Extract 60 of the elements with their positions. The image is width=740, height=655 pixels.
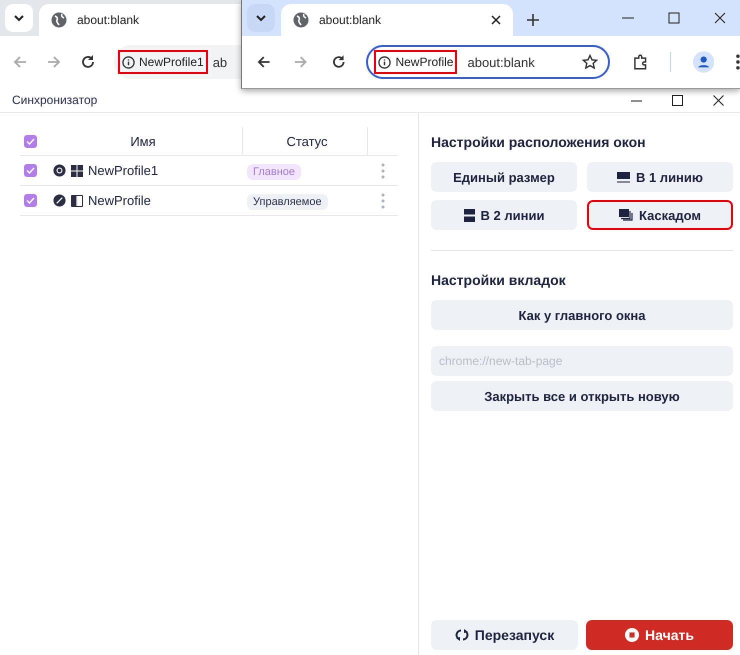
section-title: Настройки вкладок [431, 272, 567, 288]
layout-button[interactable]: В 1 линию [587, 162, 733, 192]
info-icon [378, 56, 392, 68]
layout-button[interactable]: Каскадом [587, 200, 733, 230]
globe-icon [51, 12, 67, 28]
column-header[interactable]: Статус [243, 127, 368, 155]
stop-icon [625, 628, 640, 642]
url-text: ab [212, 54, 228, 70]
new-tab-icon[interactable] [527, 14, 539, 26]
browser-tab[interactable]: about:blank [39, 4, 241, 36]
profile-chip[interactable]: NewProfile1 [118, 50, 208, 74]
profile-name: NewProfile1 [139, 55, 204, 69]
select-all-checkbox[interactable] [24, 134, 37, 148]
star-icon[interactable] [582, 54, 598, 70]
start-button[interactable]: Начать [586, 620, 733, 650]
tab-search-button[interactable] [247, 4, 275, 32]
row-checkbox[interactable] [24, 164, 37, 177]
layout-button[interactable]: Единый размер [431, 162, 577, 192]
tab-title: about:blank [77, 13, 140, 27]
status-badge: Главное [247, 164, 302, 180]
section-title: Настройки расположения окон [431, 134, 647, 150]
profile-name: NewProfile [88, 193, 151, 208]
check-icon [26, 167, 35, 174]
window-title: Синхронизатор [12, 93, 98, 107]
two-rows-icon [464, 208, 475, 222]
chevron-down-icon [14, 14, 24, 22]
close-icon[interactable] [713, 94, 724, 106]
profile-chip[interactable]: NewProfile [374, 50, 458, 74]
address-bar[interactable]: NewProfile1 ab [114, 45, 241, 79]
reload-icon[interactable] [330, 54, 346, 70]
profile-name: NewProfile1 [88, 163, 158, 178]
tab-search-button[interactable] [5, 4, 33, 32]
avatar-icon[interactable] [692, 51, 714, 73]
close-all-button[interactable]: Закрыть все и открыть новую [431, 381, 733, 411]
profile-name: NewProfile [395, 55, 454, 69]
browser-tab[interactable]: about:blank [281, 4, 513, 36]
maximize-icon[interactable] [672, 94, 683, 106]
check-icon [26, 138, 35, 144]
reload-icon[interactable] [80, 54, 96, 70]
layout-button[interactable]: В 2 линии [431, 200, 577, 230]
refresh-icon [454, 628, 469, 642]
tab-title: about:blank [319, 13, 382, 27]
check-icon [26, 197, 35, 204]
main-window-button[interactable]: Как у главного окна [431, 300, 733, 330]
column-header[interactable]: Имя [44, 127, 243, 155]
chevron-down-icon [256, 14, 266, 22]
maximize-icon[interactable] [668, 12, 680, 24]
address-bar[interactable]: NewProfile about:blank [366, 45, 610, 79]
one-line-icon [616, 172, 630, 182]
cascade-icon [619, 209, 634, 221]
close-icon[interactable] [491, 15, 501, 25]
menu-icon[interactable] [736, 54, 740, 70]
status-badge: Управляемое [247, 194, 328, 210]
url-text: about:blank [467, 54, 535, 70]
globe-icon [293, 12, 309, 28]
row-checkbox[interactable] [24, 194, 37, 207]
info-icon [122, 56, 135, 68]
restart-button[interactable]: Перезапуск [431, 620, 578, 650]
back-icon[interactable] [256, 54, 272, 70]
close-icon[interactable] [714, 12, 726, 24]
